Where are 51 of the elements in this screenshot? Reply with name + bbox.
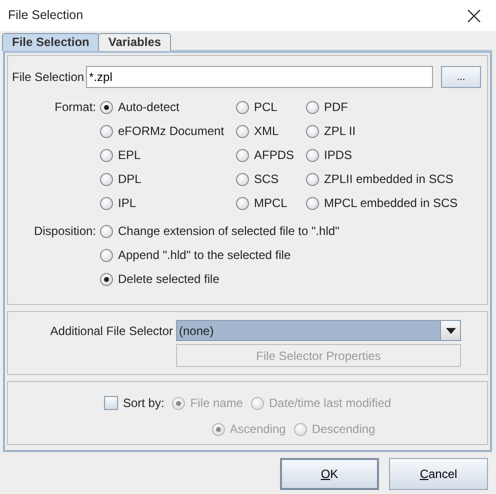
radio-button[interactable] bbox=[100, 100, 113, 114]
sort-checkbox[interactable]: Sort by: bbox=[104, 391, 164, 415]
radio-option[interactable]: IPL bbox=[100, 191, 236, 215]
radio-button[interactable] bbox=[306, 148, 319, 162]
group-label: Format: bbox=[54, 99, 97, 116]
radio-button[interactable] bbox=[100, 196, 113, 210]
radio-option[interactable]: EPL bbox=[100, 143, 236, 167]
radio-option[interactable]: Delete selected file bbox=[100, 267, 481, 291]
radio-option[interactable]: MPCL bbox=[236, 191, 306, 215]
caret-icon bbox=[446, 328, 456, 334]
radio-button[interactable] bbox=[100, 148, 113, 162]
radio-option[interactable]: ZPLII embedded in SCS bbox=[306, 167, 481, 191]
radio-button[interactable] bbox=[100, 124, 113, 138]
radio-option[interactable]: IPDS bbox=[306, 143, 481, 167]
tab[interactable]: Variables bbox=[98, 33, 172, 51]
dialog-button[interactable]: OK bbox=[280, 458, 379, 490]
radio-button[interactable] bbox=[306, 100, 319, 114]
radio-option[interactable]: PDF bbox=[306, 95, 481, 119]
radio-option[interactable]: SCS bbox=[236, 167, 306, 191]
checkbox[interactable] bbox=[104, 396, 118, 410]
browse-button[interactable]: ... bbox=[441, 66, 481, 88]
radio-button[interactable] bbox=[306, 124, 319, 138]
radio-option[interactable]: Auto-detect bbox=[100, 95, 236, 119]
radio-option[interactable]: Append ".hld" to the selected file bbox=[100, 243, 481, 267]
radio-button[interactable] bbox=[236, 172, 249, 186]
radio-button[interactable] bbox=[100, 248, 113, 262]
field-label: File Selection bbox=[12, 69, 84, 86]
file-selection-field[interactable]: *.zpl bbox=[86, 66, 433, 88]
radio-option[interactable]: AFPDS bbox=[236, 143, 306, 167]
radio-button[interactable] bbox=[100, 272, 113, 286]
radio-option[interactable]: DPL bbox=[100, 167, 236, 191]
radio-button[interactable] bbox=[236, 148, 249, 162]
group-label: Disposition: bbox=[32, 223, 97, 240]
radio-button[interactable] bbox=[306, 196, 319, 210]
radio-button[interactable] bbox=[236, 196, 249, 210]
radio-option[interactable]: ZPL II bbox=[306, 119, 481, 143]
radio-button[interactable] bbox=[306, 172, 319, 186]
radio-option[interactable]: XML bbox=[236, 119, 306, 143]
file-selector-dropdown[interactable]: (none) bbox=[176, 320, 461, 341]
radio-button[interactable] bbox=[236, 124, 249, 138]
radio-option[interactable]: MPCL embedded in SCS bbox=[306, 191, 481, 215]
radio-button[interactable] bbox=[236, 100, 249, 114]
dialog-button[interactable]: Cancel bbox=[389, 458, 488, 490]
radio-option[interactable]: Change extension of selected file to ".hld" bbox=[100, 219, 481, 243]
field-label: Additional File Selector bbox=[50, 322, 173, 340]
window-title: File Selection bbox=[8, 7, 84, 24]
radio-option[interactable]: PCL bbox=[236, 95, 306, 119]
tab[interactable]: File Selection bbox=[2, 33, 100, 51]
radio-button[interactable] bbox=[100, 172, 113, 186]
radio-option[interactable]: eFORMz Document bbox=[100, 119, 236, 143]
radio-button[interactable] bbox=[100, 224, 113, 238]
